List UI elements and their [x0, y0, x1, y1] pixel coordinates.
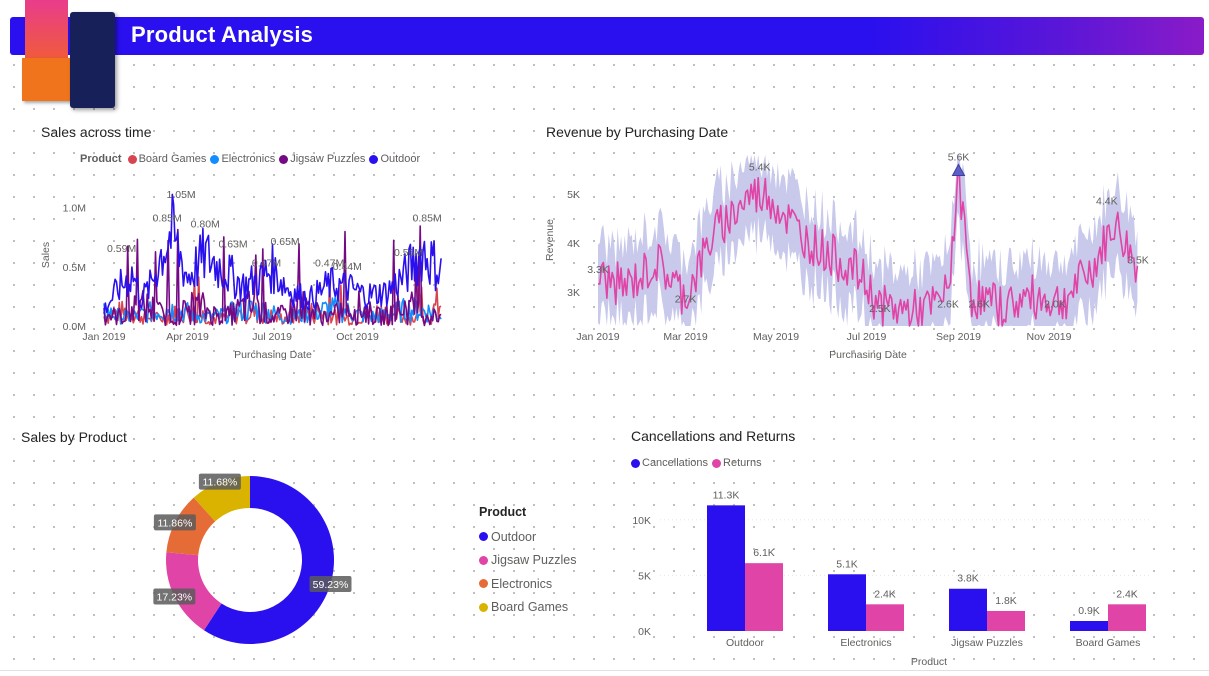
revenue-x-tick: May 2019	[753, 331, 799, 343]
sales-time-data-label: 0.85M	[413, 212, 442, 224]
revenue-x-tick: Jan 2019	[576, 331, 619, 343]
donut-data-label: 17.23%	[157, 592, 193, 604]
sales-time-data-label: 0.85M	[153, 212, 182, 224]
cancel-data-label: 0.9K	[1078, 605, 1100, 617]
revenue-data-label: 5.6K	[948, 152, 970, 164]
legend-label: Cancellations	[642, 457, 709, 469]
revenue-x-tick: Sep 2019	[936, 331, 981, 343]
cancel-bar-returns	[987, 610, 1025, 631]
revenue-data-label: 4.4K	[1096, 196, 1118, 208]
sales-product-legend-item[interactable]: Outdoor	[479, 525, 576, 549]
cancel-bar-cancellations	[828, 574, 866, 631]
cancel-bar-returns	[1108, 604, 1146, 631]
cancel-legend-item[interactable]: Cancellations	[631, 457, 708, 469]
sales-time-data-label: 0.59M	[107, 243, 136, 255]
revenue-data-label: 2.7K	[675, 293, 697, 305]
cancel-legend: Cancellations Returns	[631, 457, 766, 469]
revenue-data-label: 2.0K	[1044, 298, 1066, 310]
donut-data-label: 11.86%	[157, 517, 192, 529]
donut-data-label: 11.68%	[202, 477, 237, 489]
revenue-data-label: 5.4K	[749, 161, 771, 173]
revenue-data-label: 2.6K	[937, 298, 959, 310]
sales-time-data-label: 0.56M	[394, 247, 423, 259]
sales-time-y-tick: 0.5M	[63, 262, 86, 274]
legend-marker	[479, 579, 488, 589]
sales-time-data-label: 0.63M	[218, 238, 247, 250]
legend-marker	[479, 532, 488, 542]
sales-product-legend-item[interactable]: Electronics	[479, 572, 576, 596]
cancel-data-label: 1.8K	[995, 595, 1017, 607]
sales-time-x-tick: Oct 2019	[336, 331, 379, 343]
revenue-y-tick: 5K	[567, 189, 580, 201]
sales-time-data-label: 0.80M	[191, 218, 220, 230]
revenue-data-label: 2.5K	[869, 303, 891, 315]
legend-label: Board Games	[491, 600, 569, 615]
sales-time-data-label: 0.65M	[270, 236, 299, 248]
legend-label: Jigsaw Puzzles	[491, 553, 577, 568]
sales-time-x-tick: Apr 2019	[166, 331, 209, 343]
legend-label: Electronics	[491, 576, 553, 591]
sales-time-y-label: Sales	[40, 242, 52, 268]
revenue-y-label: Revenue	[544, 219, 556, 261]
cancel-data-label: 11.3K	[713, 489, 740, 501]
revenue-data-label: 2.6K	[968, 298, 990, 310]
revenue-x-tick: Jul 2019	[847, 331, 887, 343]
sales-time-data-label: 1.05M	[166, 189, 195, 201]
cancel-y-tick: 5K	[638, 570, 651, 582]
legend-marker	[479, 602, 488, 612]
sales-product-legend-item[interactable]: Board Games	[479, 596, 576, 620]
revenue-y-tick: 3K	[567, 287, 580, 299]
page-bottom-border	[0, 670, 1209, 671]
cancel-bar-returns	[745, 563, 783, 631]
sales-time-x-tick: Jul 2019	[252, 331, 292, 343]
sales-product-legend: Product Outdoor Jigsaw Puzzles Electronics B…	[479, 505, 576, 619]
legend-marker	[631, 458, 640, 468]
cancel-x-tick: Board Games	[1076, 637, 1141, 649]
sales-time-chart: 0.0M0.5M1.0MJan 2019 Apr 2019 Jul 2019 Oct …	[40, 152, 1150, 668]
legend-label: Outdoor	[491, 529, 537, 544]
revenue-x-label: Purchasing Date	[829, 349, 907, 361]
cancel-data-label: 5.1K	[836, 558, 858, 570]
cancel-bar-cancellations	[707, 505, 745, 631]
cancel-x-tick: Outdoor	[726, 637, 764, 649]
cancel-data-label: 6.1K	[753, 547, 775, 559]
sales-time-data-label: 0.44M	[333, 261, 362, 273]
cancel-legend-item[interactable]: Returns	[712, 457, 762, 469]
revenue-x-tick: Nov 2019	[1027, 331, 1072, 343]
legend-marker	[712, 458, 722, 468]
revenue-x-tick: Mar 2019	[663, 331, 708, 343]
cancel-data-label: 2.4K	[1116, 588, 1138, 600]
cancel-data-label: 3.8K	[957, 573, 979, 585]
revenue-y-tick: 4K	[567, 238, 580, 250]
revenue-data-label: 3.5K	[1127, 254, 1149, 266]
sales-product-legend-title: Product	[479, 505, 527, 519]
legend-marker	[479, 555, 488, 565]
cancel-bar-returns	[866, 604, 904, 631]
sales-product-legend-item[interactable]: Jigsaw Puzzles	[479, 549, 576, 573]
sales-time-data-label: 0.47M	[252, 257, 281, 269]
cancel-bar-cancellations	[1070, 620, 1108, 631]
cancel-x-tick: Electronics	[840, 637, 891, 649]
donut-data-label: 59.23%	[313, 579, 349, 591]
cancel-data-label: 2.4K	[874, 588, 896, 600]
cancel-bar-cancellations	[949, 588, 987, 631]
cancel-y-tick: 10K	[632, 515, 651, 527]
cancel-y-tick: 0K	[638, 626, 651, 638]
sales-time-x-tick: Jan 2019	[82, 331, 125, 343]
legend-label: Returns	[723, 457, 762, 469]
sales-time-x-label: Purchasing Date	[234, 349, 312, 361]
revenue-data-label: 3.3K	[587, 264, 609, 276]
sales-time-y-tick: 1.0M	[63, 203, 86, 215]
cancel-x-tick: Jigsaw Puzzles	[951, 637, 1023, 649]
cancel-x-label: Product	[911, 656, 947, 668]
